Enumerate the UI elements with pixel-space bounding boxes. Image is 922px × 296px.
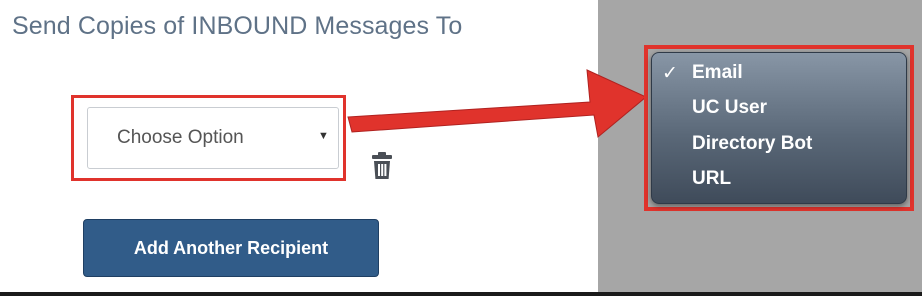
menu-item-label: Email <box>692 62 743 83</box>
menu-item-label: URL <box>692 168 732 189</box>
menu-item-url[interactable]: URL <box>692 168 731 190</box>
checkmark-icon: ✓ <box>662 63 678 84</box>
recipient-type-menu: ✓ Email UC User Directory Bot URL <box>651 52 907 204</box>
menu-item-email[interactable]: ✓ Email <box>662 62 743 84</box>
menu-item-uc-user[interactable]: UC User <box>692 97 767 119</box>
menu-item-directory-bot[interactable]: Directory Bot <box>692 133 812 155</box>
menu-item-label: UC User <box>692 97 767 118</box>
menu-item-label: Directory Bot <box>692 133 813 154</box>
